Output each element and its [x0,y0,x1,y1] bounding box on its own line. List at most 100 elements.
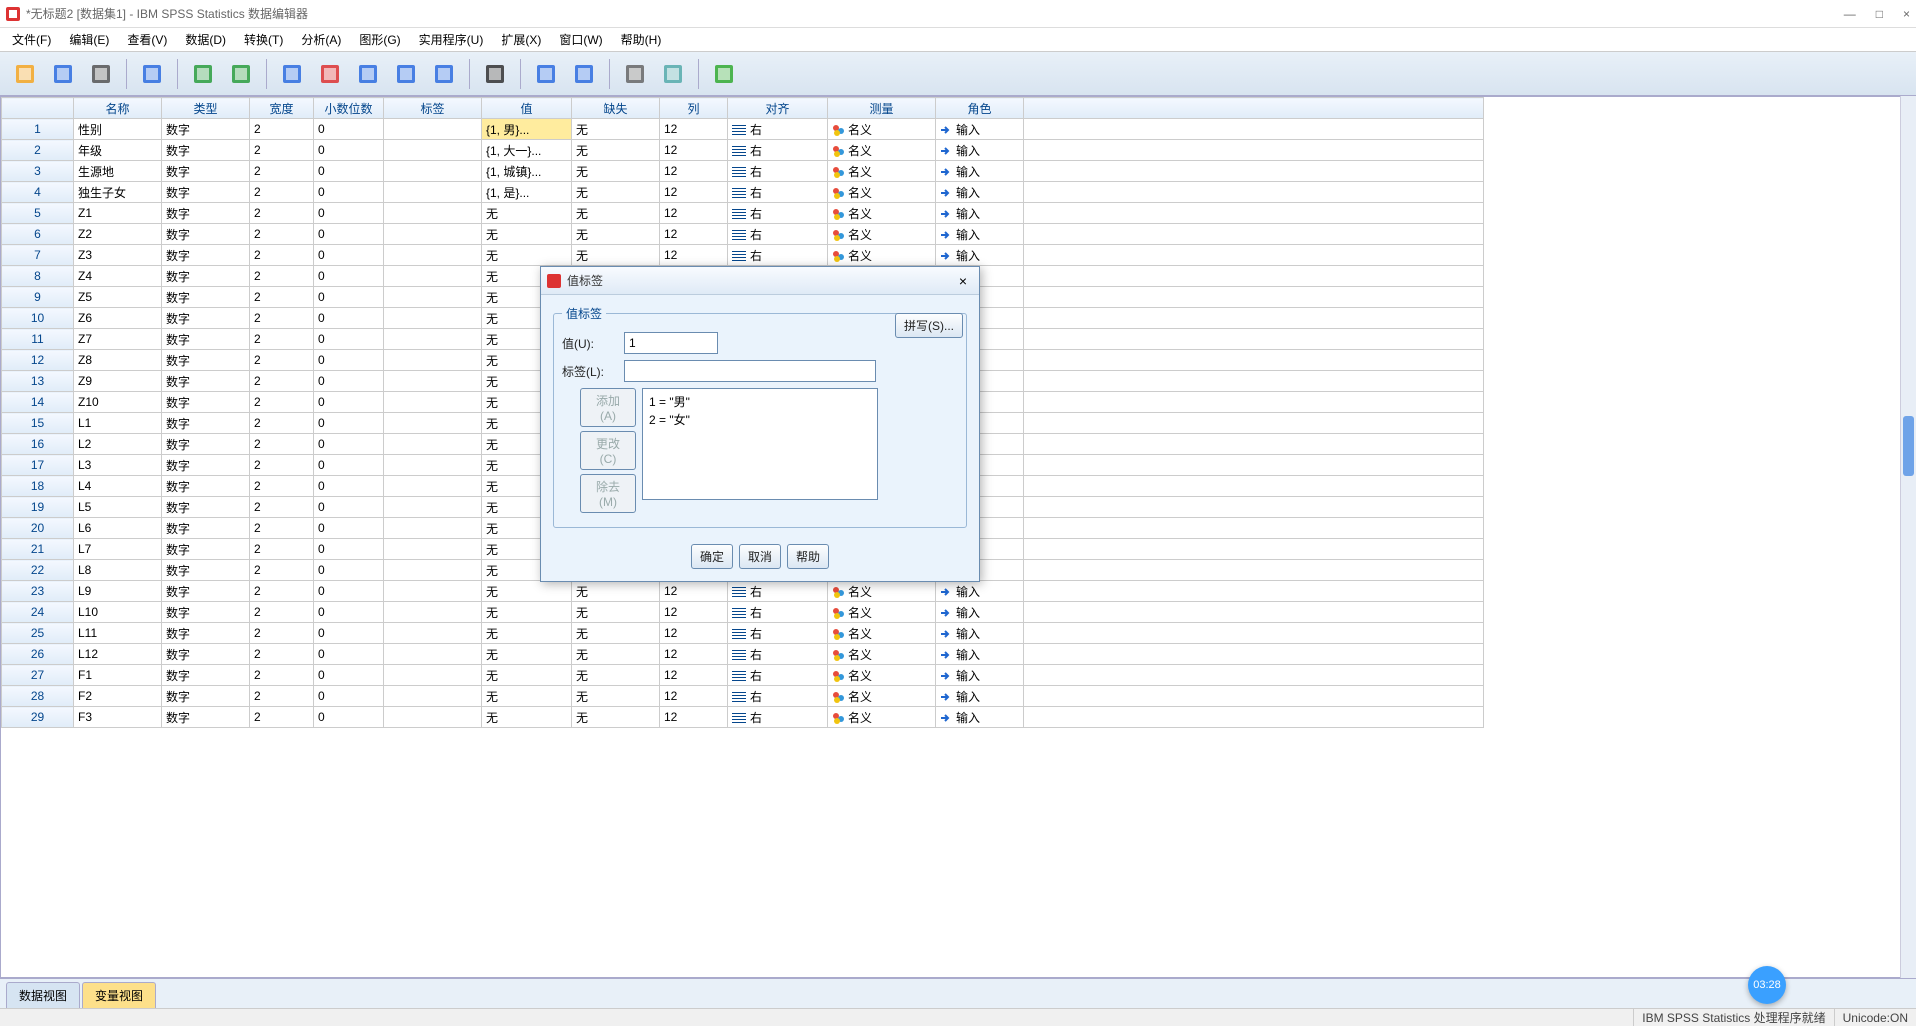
cell-width[interactable]: 2 [250,476,314,497]
cell-label[interactable] [384,581,482,602]
tab-variable-view[interactable]: 变量视图 [82,982,156,1008]
help-button[interactable]: 帮助 [787,544,829,569]
cell-width[interactable]: 2 [250,224,314,245]
cell-width[interactable]: 2 [250,665,314,686]
toolbar-value-labels-icon[interactable] [618,57,652,91]
cell-name[interactable]: Z3 [74,245,162,266]
cell-values[interactable]: {1, 是}... [482,182,572,203]
cell-measure[interactable]: 名义 [828,182,936,203]
toolbar-redo-icon[interactable] [224,57,258,91]
cell-width[interactable]: 2 [250,413,314,434]
vertical-scrollbar[interactable] [1900,96,1916,978]
label-input[interactable] [624,360,876,382]
cell-name[interactable]: F1 [74,665,162,686]
cell-measure[interactable]: 名义 [828,161,936,182]
cell-width[interactable]: 2 [250,371,314,392]
cell-type[interactable]: 数字 [162,455,250,476]
cell-type[interactable]: 数字 [162,203,250,224]
cell-missing[interactable]: 无 [572,707,660,728]
row-header[interactable]: 1 [2,119,74,140]
cell-columns[interactable]: 12 [660,581,728,602]
cell-name[interactable]: Z8 [74,350,162,371]
cell-columns[interactable]: 12 [660,182,728,203]
cell-type[interactable]: 数字 [162,434,250,455]
cell-values[interactable]: 无 [482,707,572,728]
cell-type[interactable]: 数字 [162,140,250,161]
toolbar-print-icon[interactable] [84,57,118,91]
value-input[interactable] [624,332,718,354]
col-宽度[interactable]: 宽度 [250,98,314,119]
value-labels-list[interactable]: 1 = "男"2 = "女" [642,388,878,500]
cell-name[interactable]: 性别 [74,119,162,140]
col-对齐[interactable]: 对齐 [728,98,828,119]
col-值[interactable]: 值 [482,98,572,119]
add-button[interactable]: 添加(A) [580,388,636,427]
cell-label[interactable] [384,308,482,329]
cell-measure[interactable]: 名义 [828,665,936,686]
cell-type[interactable]: 数字 [162,329,250,350]
cell-width[interactable]: 2 [250,602,314,623]
row-header[interactable]: 27 [2,665,74,686]
row-header[interactable]: 22 [2,560,74,581]
col-缺失[interactable]: 缺失 [572,98,660,119]
cell-decimals[interactable]: 0 [314,266,384,287]
cell-columns[interactable]: 12 [660,707,728,728]
menu-图形(G)[interactable]: 图形(G) [351,29,408,50]
row-header[interactable]: 23 [2,581,74,602]
cell-align[interactable]: 右 [728,644,828,665]
cell-missing[interactable]: 无 [572,644,660,665]
cell-type[interactable]: 数字 [162,623,250,644]
cell-align[interactable]: 右 [728,707,828,728]
toolbar-insert-case-icon[interactable] [529,57,563,91]
cell-decimals[interactable]: 0 [314,581,384,602]
cell-values[interactable]: 无 [482,602,572,623]
cell-width[interactable]: 2 [250,182,314,203]
cell-columns[interactable]: 12 [660,644,728,665]
toolbar-undo-icon[interactable] [186,57,220,91]
cell-decimals[interactable]: 0 [314,224,384,245]
cell-measure[interactable]: 名义 [828,224,936,245]
cell-width[interactable]: 2 [250,539,314,560]
cell-role[interactable]: 输入 [936,245,1024,266]
cell-name[interactable]: L7 [74,539,162,560]
change-button[interactable]: 更改(C) [580,431,636,470]
row-header[interactable]: 12 [2,350,74,371]
cell-missing[interactable]: 无 [572,140,660,161]
cell-decimals[interactable]: 0 [314,560,384,581]
toolbar-save-icon[interactable] [46,57,80,91]
cell-align[interactable]: 右 [728,224,828,245]
cell-name[interactable]: F3 [74,707,162,728]
cell-missing[interactable]: 无 [572,581,660,602]
cell-decimals[interactable]: 0 [314,455,384,476]
cell-missing[interactable]: 无 [572,686,660,707]
cell-missing[interactable]: 无 [572,224,660,245]
col-类型[interactable]: 类型 [162,98,250,119]
cell-decimals[interactable]: 0 [314,602,384,623]
cell-missing[interactable]: 无 [572,602,660,623]
cell-width[interactable]: 2 [250,119,314,140]
toolbar-use-sets-icon[interactable] [656,57,690,91]
maximize-button[interactable]: □ [1876,7,1883,21]
toolbar-weight-icon[interactable] [427,57,461,91]
cell-values[interactable]: 无 [482,623,572,644]
col-名称[interactable]: 名称 [74,98,162,119]
cell-name[interactable]: Z5 [74,287,162,308]
menu-分析(A)[interactable]: 分析(A) [293,29,349,50]
cell-label[interactable] [384,686,482,707]
cell-name[interactable]: L12 [74,644,162,665]
cell-width[interactable]: 2 [250,518,314,539]
cell-label[interactable] [384,497,482,518]
spell-button[interactable]: 拼写(S)... [895,313,963,338]
cell-align[interactable]: 右 [728,203,828,224]
row-header[interactable]: 13 [2,371,74,392]
cell-label[interactable] [384,329,482,350]
row-header[interactable]: 3 [2,161,74,182]
toolbar-add-icon[interactable] [707,57,741,91]
col-标签[interactable]: 标签 [384,98,482,119]
cell-label[interactable] [384,350,482,371]
cell-type[interactable]: 数字 [162,350,250,371]
menu-编辑(E)[interactable]: 编辑(E) [61,29,117,50]
cell-values[interactable]: 无 [482,581,572,602]
row-header[interactable]: 9 [2,287,74,308]
cell-label[interactable] [384,119,482,140]
